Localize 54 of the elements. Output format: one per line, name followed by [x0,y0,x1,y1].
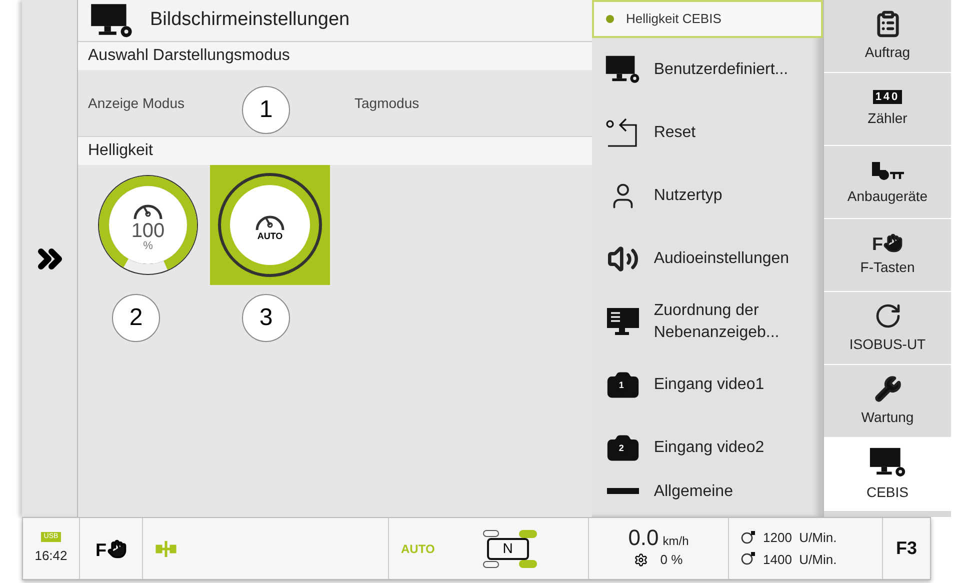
page-title: Bildschirmeinstellungen [150,8,350,32]
menu-label: Benutzerdefiniert... [654,60,790,80]
section-header: Helligkeit [78,137,592,165]
auto-brightness-button[interactable]: AUTO [210,165,330,285]
menu-item[interactable]: Benutzerdefiniert... [592,38,823,101]
side-tab[interactable]: Anbaugeräte [824,146,951,219]
side-tab[interactable]: Wartung [824,365,951,438]
unit-label: % [143,240,153,252]
wrench-icon [874,374,902,402]
monitor-gear-icon [868,447,906,478]
monitor-icon [606,487,640,497]
callout-number: 3 [242,294,290,342]
axle-icon [155,538,177,558]
monitor-list-icon [606,306,640,336]
side-tab[interactable]: Auftrag [824,0,951,73]
menu-item[interactable]: Zuordnung der Nebenanzeigeb... [592,290,823,353]
gearbox-drawing: N [474,530,541,568]
counter-icon: 140 [873,90,902,104]
slip-value: 0 % [660,551,683,570]
menu-label: Zuordnung der Nebenanzeigeb... [654,300,780,342]
auto-label: AUTO [257,232,283,240]
menu-item[interactable]: Reset [592,101,823,164]
rpm-value: 1200 U/Min. [763,529,837,547]
menu-item[interactable]: Nutzertyp [592,164,823,227]
section-header: Auswahl Darstellungsmodus [78,42,592,70]
monitor-gear-icon [604,55,641,84]
slip-wheel-icon [634,553,648,567]
side-tab[interactable]: 140 Zähler [824,73,951,146]
menu-label: Nutzertyp [654,186,724,206]
rpm-value: 1400 U/Min. [763,550,837,568]
setting-label: Anzeige Modus [88,94,185,113]
callout-number: 2 [112,294,160,342]
menu-label: Audioeinstellungen [654,248,790,268]
menu-label: Allgemeine [654,482,734,502]
menu-item[interactable]: Audioeinstellungen [592,227,823,290]
speed-unit: km/h [662,533,689,550]
monitor-gear-icon [90,2,134,38]
menu-item[interactable]: Allgemeine [592,479,823,505]
menu-item[interactable]: 1 Eingang video1 [592,353,823,416]
side-tab[interactable]: ISOBUS-UT [824,292,951,365]
side-tab[interactable]: CEBIS [824,438,951,511]
side-tab[interactable]: F F-Tasten [824,219,951,292]
menu-label: Eingang video2 [654,438,766,458]
mode-label: AUTO [401,540,435,558]
menu-label: Reset [654,122,697,142]
function-key[interactable]: F3 [896,535,917,562]
menu-item[interactable]: 2 Eingang video2 [592,416,823,479]
clock-time: 16:42 [34,546,68,565]
setting-value: Tagmodus [354,94,420,113]
reset-arrow-icon [606,118,640,148]
status-label: Helligkeit CEBIS [626,10,722,28]
brightness-value: 100 [131,220,165,240]
menu-label: Eingang video1 [654,374,766,394]
speed-value: 0.0 [628,527,659,550]
